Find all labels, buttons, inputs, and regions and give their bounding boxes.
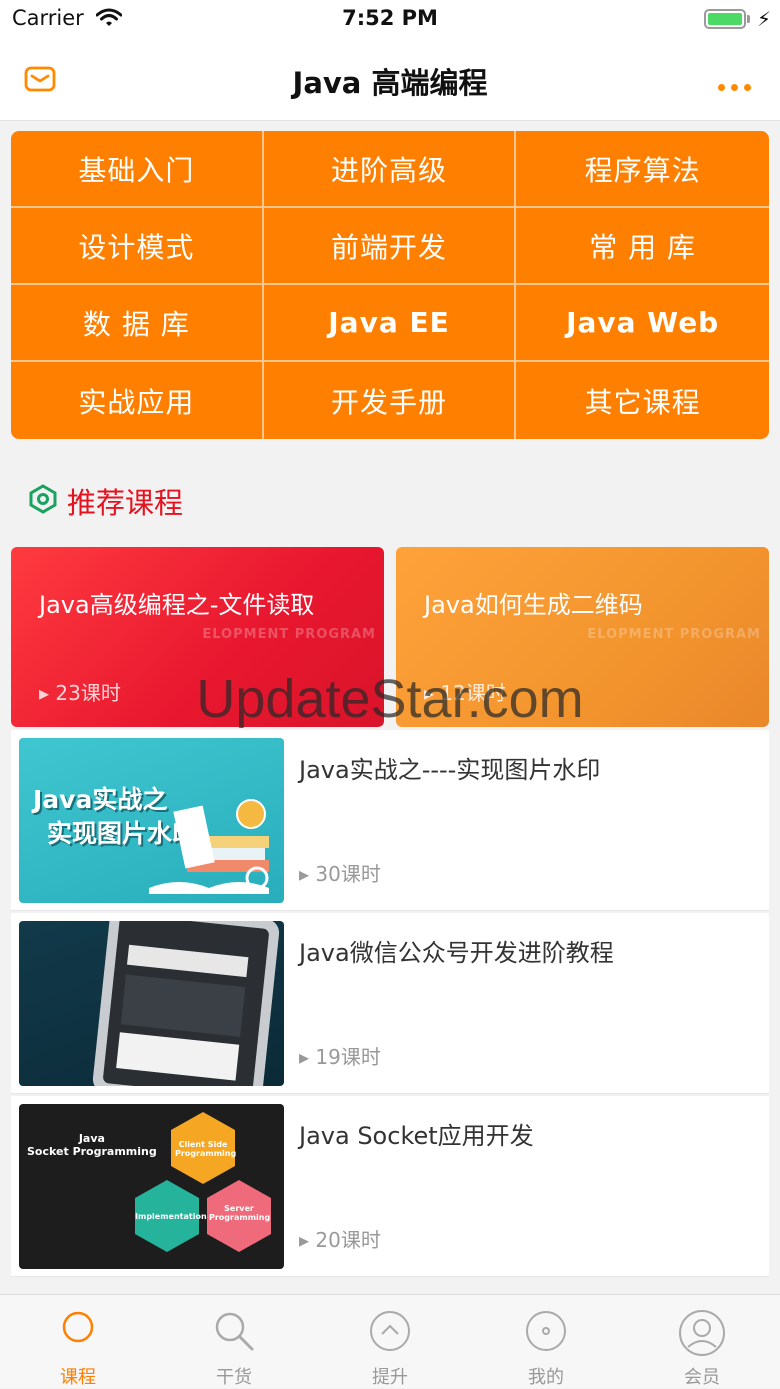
featured-course-title: Java高级编程之-文件读取 — [39, 591, 315, 619]
course-list-item[interactable]: Java Socket Programming Client Side Prog… — [11, 1096, 769, 1277]
category-practice[interactable]: 实战应用 — [11, 362, 264, 439]
course-thumbnail: Java Socket Programming Client Side Prog… — [19, 1104, 284, 1269]
battery-nub — [747, 15, 750, 23]
tab-label: 课程 — [60, 1367, 96, 1388]
category-java-ee[interactable]: Java EE — [263, 285, 517, 362]
course-list-item[interactable]: Java微信公众号开发进阶教程 ▸ 19课时 — [11, 913, 769, 1094]
category-basic[interactable]: 基础入门 — [11, 131, 264, 208]
circle-icon — [60, 1309, 96, 1349]
charging-bolt-icon: ⚡ — [757, 7, 772, 31]
category-java-web[interactable]: Java Web — [516, 285, 769, 362]
featured-course-lessons: ▸ 12课时 — [424, 681, 506, 705]
category-design-patterns[interactable]: 设计模式 — [11, 208, 264, 285]
phone-illustration-icon — [92, 921, 280, 1086]
more-icon[interactable] — [718, 76, 757, 95]
course-title: Java微信公众号开发进阶教程 — [299, 939, 614, 967]
category-manual[interactable]: 开发手册 — [264, 362, 517, 439]
user-icon — [678, 1309, 726, 1361]
featured-course-title: Java如何生成二维码 — [424, 591, 643, 619]
card-deco-text: ELOPMENT PROGRAM — [587, 627, 761, 642]
featured-course-lessons: ▸ 23课时 — [39, 681, 121, 705]
recommend-title: 推荐课程 — [67, 486, 184, 520]
tab-member[interactable]: 会员 — [624, 1295, 780, 1388]
tab-courses[interactable]: 课程 — [0, 1295, 156, 1388]
recommend-header: 推荐课程 — [29, 480, 183, 522]
tab-improve[interactable]: 提升 — [312, 1295, 468, 1388]
category-algorithm[interactable]: 程序算法 — [516, 131, 769, 208]
tab-mine[interactable]: 我的 — [468, 1295, 624, 1388]
dot-circle-icon — [524, 1309, 568, 1357]
tab-label: 我的 — [528, 1367, 564, 1388]
recommend-section: 推荐课程 ELOPMENT PROGRAM Java高级编程之-文件读取 ▸ 2… — [11, 450, 769, 1280]
category-advanced[interactable]: 进阶高级 — [263, 131, 517, 208]
category-frontend[interactable]: 前端开发 — [263, 208, 517, 285]
course-thumbnail: Java实战之 实现图片水印 — [19, 738, 284, 903]
category-other[interactable]: 其它课程 — [516, 362, 769, 439]
course-title: Java实战之----实现图片水印 — [299, 756, 601, 784]
course-lessons: ▸ 30课时 — [299, 862, 381, 886]
tab-bar: 课程 干货 提升 我的 会员 — [0, 1294, 780, 1388]
hexagon-icon — [29, 484, 57, 518]
nav-bar: Java 高端编程 — [0, 40, 780, 121]
featured-course-card[interactable]: ELOPMENT PROGRAM Java如何生成二维码 ▸ 12课时 — [396, 547, 769, 727]
tab-label: 提升 — [372, 1367, 408, 1388]
course-thumbnail — [19, 921, 284, 1086]
card-deco-text: ELOPMENT PROGRAM — [202, 627, 376, 642]
category-grid: 基础入门 进阶高级 程序算法 设计模式 前端开发 常 用 库 数 据 库 Jav… — [11, 131, 769, 439]
course-lessons: ▸ 19课时 — [299, 1045, 381, 1069]
featured-course-card[interactable]: ELOPMENT PROGRAM Java高级编程之-文件读取 ▸ 23课时 — [11, 547, 384, 727]
battery-icon — [704, 9, 746, 29]
course-title: Java Socket应用开发 — [299, 1122, 534, 1150]
search-icon — [212, 1309, 256, 1357]
category-libraries[interactable]: 常 用 库 — [516, 208, 769, 285]
tab-label: 会员 — [684, 1367, 720, 1388]
clock: 7:52 PM — [342, 6, 438, 30]
category-database[interactable]: 数 据 库 — [11, 285, 264, 362]
hexagons-illustration-icon — [135, 1112, 271, 1252]
hex-label-client: Client Side Programming — [175, 1140, 237, 1158]
chevron-up-circle-icon — [368, 1309, 412, 1357]
books-illustration-icon — [149, 799, 269, 894]
hex-label-server: Server Programming — [209, 1204, 271, 1222]
tab-resources[interactable]: 干货 — [156, 1295, 312, 1388]
course-lessons: ▸ 20课时 — [299, 1228, 381, 1252]
status-bar: Carrier 7:52 PM ⚡ — [0, 0, 780, 40]
course-list-item[interactable]: Java实战之 实现图片水印 Java实战之----实现图片水印 ▸ 30课时 — [11, 730, 769, 911]
hex-label-impl: Implementation — [135, 1212, 207, 1221]
page-title: Java 高端编程 — [292, 66, 488, 100]
tab-label: 干货 — [216, 1367, 252, 1388]
